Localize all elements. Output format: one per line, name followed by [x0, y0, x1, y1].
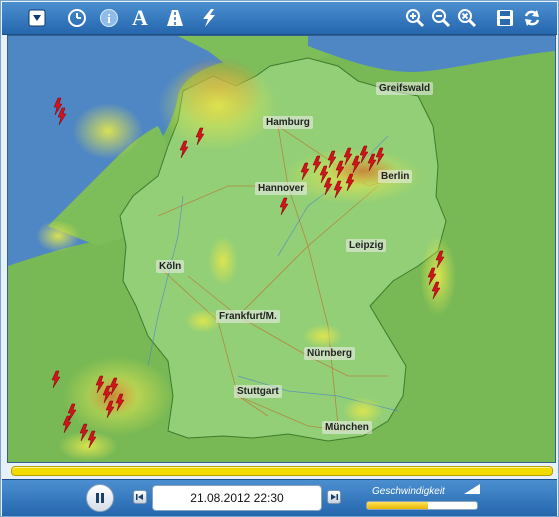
city-label-leipzig[interactable]: Leipzig: [346, 239, 387, 252]
city-label-muenchen[interactable]: München: [322, 421, 372, 434]
save-icon: [497, 10, 513, 26]
pause-icon: [96, 493, 104, 503]
menu-dropdown-button[interactable]: [24, 5, 50, 31]
font-size-icon: A: [132, 5, 148, 30]
lightning-icon: [203, 9, 215, 27]
refresh-icon: [524, 10, 540, 26]
city-label-berlin[interactable]: Berlin: [378, 170, 413, 183]
city-label-nuernberg[interactable]: Nürnberg: [304, 347, 355, 360]
city-label-frankfurt[interactable]: Frankfurt/M.: [216, 310, 280, 323]
timeline-progress-bar[interactable]: [11, 466, 553, 476]
city-label-koeln[interactable]: Köln: [156, 260, 185, 273]
radar-map[interactable]: Greifswald Hamburg Hannover Berlin Leipz…: [7, 35, 556, 463]
toolbar: i A: [2, 2, 557, 35]
zoom-out-button[interactable]: [428, 5, 454, 31]
font-size-button[interactable]: A: [127, 5, 153, 31]
city-label-greifswald[interactable]: Greifswald: [376, 82, 434, 95]
time-button[interactable]: [64, 5, 90, 31]
refresh-button[interactable]: [519, 5, 545, 31]
zoom-reset-button[interactable]: [454, 5, 480, 31]
zoom-out-icon: [432, 9, 451, 28]
save-button[interactable]: [492, 5, 518, 31]
city-label-hannover[interactable]: Hannover: [255, 182, 308, 195]
info-icon: i: [100, 9, 118, 27]
timestamp-display: 21.08.2012 22:30: [152, 485, 322, 511]
svg-text:i: i: [107, 11, 111, 26]
highway-button[interactable]: [162, 5, 188, 31]
step-forward-button[interactable]: [327, 490, 341, 504]
lightning-button[interactable]: [196, 5, 222, 31]
zoom-in-button[interactable]: [402, 5, 428, 31]
step-back-button[interactable]: [133, 490, 147, 504]
info-button[interactable]: i: [96, 5, 122, 31]
zoom-in-icon: [406, 9, 425, 28]
menu-dropdown-icon: [28, 9, 46, 27]
step-back-icon: [136, 494, 143, 500]
city-label-hamburg[interactable]: Hamburg: [263, 116, 313, 129]
speed-ramp-icon: [464, 484, 480, 494]
zoom-reset-icon: [458, 9, 477, 28]
speed-slider-fill: [367, 502, 428, 509]
playback-controls: 21.08.2012 22:30 Geschwindigkeit: [2, 479, 557, 516]
weather-radar-app: i A Greifswald Hamburg Hannover Berlin L…: [0, 0, 559, 517]
step-forward-icon: [331, 494, 338, 500]
highway-icon: [167, 10, 183, 26]
city-label-stuttgart[interactable]: Stuttgart: [234, 385, 282, 398]
clock-icon: [68, 9, 86, 27]
pause-button[interactable]: [86, 484, 114, 512]
speed-label: Geschwindigkeit: [372, 486, 445, 497]
map-canvas: [8, 36, 555, 462]
speed-slider[interactable]: [366, 501, 478, 510]
